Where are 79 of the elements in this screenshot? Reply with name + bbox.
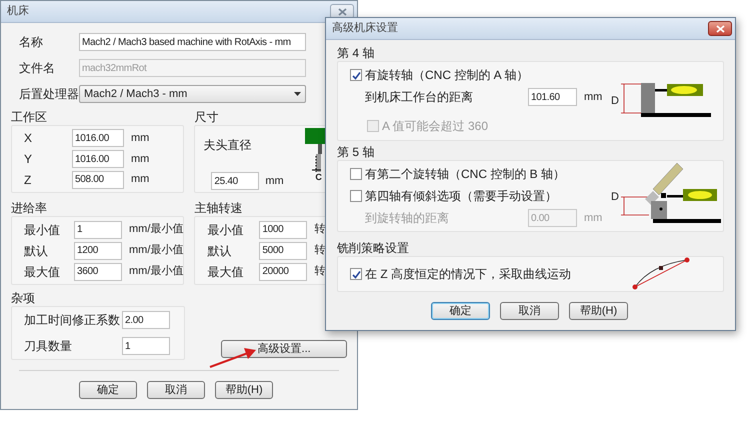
diagram-label: C [315,172,322,182]
group-title: 尺寸 [194,110,220,125]
unit-label: mm [265,174,284,189]
input-field[interactable]: 1 [122,337,170,355]
unit-label: mm/最小值 [129,243,184,258]
unit-label: mm/最小值 [129,222,184,238]
checkbox-label: A 值可能会超过 360 [382,118,488,135]
dropdown[interactable]: Mach2 / Mach3 - mm [79,85,306,103]
diagram-label: D [611,94,619,109]
field-label: X [24,130,34,148]
input-field[interactable]: 2.00 [122,311,170,329]
dropdown-arrow-icon [294,92,301,96]
field-label: 到机床工作台的距离 [365,89,474,106]
chuck-drawing [303,128,326,172]
field-label: 到旋转轴的距离 [365,210,450,227]
group-title: 第 4 轴 [337,46,376,61]
group-title: 第 5 轴 [337,145,376,160]
checkbox-label: 在 Z 高度恒定的情况下，采取曲线运动 [365,266,571,283]
checkbox[interactable] [350,69,362,81]
unit-label: mm [131,172,150,188]
unit-label: mm [131,152,150,167]
dialog-button[interactable]: 确定 [431,302,490,320]
unit-label: mm/最小值 [129,264,184,280]
field-label: Y [24,151,34,168]
dialog-button[interactable]: 帮助(H) [569,302,628,320]
input-field[interactable]: 1016.00 [72,150,124,168]
dialog-button[interactable]: 帮助(H) [215,381,273,399]
input-field[interactable]: 101.60 [528,88,577,106]
input-field[interactable]: 1200 [74,242,122,260]
input-field[interactable]: 1 [74,220,122,238]
field-label: 刀具数量 [24,338,73,355]
field-label: 名称 [19,34,44,51]
close-button[interactable] [708,21,732,36]
group-title: 进给率 [11,201,48,216]
input-field[interactable]: 508.00 [72,170,124,189]
unit-label: mm [131,131,150,146]
diagram-label: D [611,190,619,205]
window-title: 机床 [7,4,29,20]
input-field[interactable]: 5000 [259,242,308,260]
group-title: 杂项 [11,291,36,306]
checkbox-label: 第四轴有倾斜选项（需要手动设置） [365,188,557,205]
group-title: 铣削策略设置 [337,241,410,256]
unit-label: mm [584,210,602,226]
dialog-button[interactable]: 取消 [500,302,559,320]
close-icon [338,8,346,16]
field-label: 文件名 [19,60,56,77]
checkbox-label: 有第二个旋转轴（CNC 控制的 B 轴） [365,166,566,183]
dialog-button[interactable]: 确定 [79,381,137,399]
field-label: 后置处理器 [19,86,79,103]
field-label: 默认 [207,242,232,260]
group-title: 工作区 [11,110,48,125]
checkbox[interactable] [350,190,362,202]
input-field[interactable]: 1000 [259,220,308,238]
field-label: 夫头直径 [203,137,252,154]
checkbox[interactable] [350,168,362,180]
input-field[interactable]: 20000 [259,262,308,280]
group-title: 主轴转速 [194,201,244,216]
dialog-button[interactable]: 取消 [147,381,205,399]
unit-label: 转 [314,243,326,258]
close-icon [716,24,724,32]
input-field[interactable]: 1016.00 [72,129,124,148]
window-title: 高级机床设置 [332,20,398,36]
dialog-button[interactable]: 高级设置... [221,340,347,358]
field-label: 最小值 [24,222,61,238]
field-label: 最大值 [207,264,244,280]
checkbox[interactable] [350,268,362,280]
arrow [210,348,256,368]
field-label: 加工时间修正系数 [24,312,121,329]
field-label: 最小值 [207,222,244,238]
unit-label: mm [584,90,602,105]
input-field[interactable]: 3600 [74,262,122,280]
input-field[interactable]: Mach2 / Mach3 based machine with RotAxis - mm [79,33,306,51]
field-label: 默认 [24,242,49,260]
field-label: 最大值 [24,264,61,280]
field-label: Z [24,172,32,189]
unit-label: 转 [314,222,326,238]
input-field[interactable]: 25.40 [211,172,260,190]
unit-label: 转 [314,264,326,280]
checkbox-label: 有旋转轴（CNC 控制的 A 轴） [365,67,528,84]
